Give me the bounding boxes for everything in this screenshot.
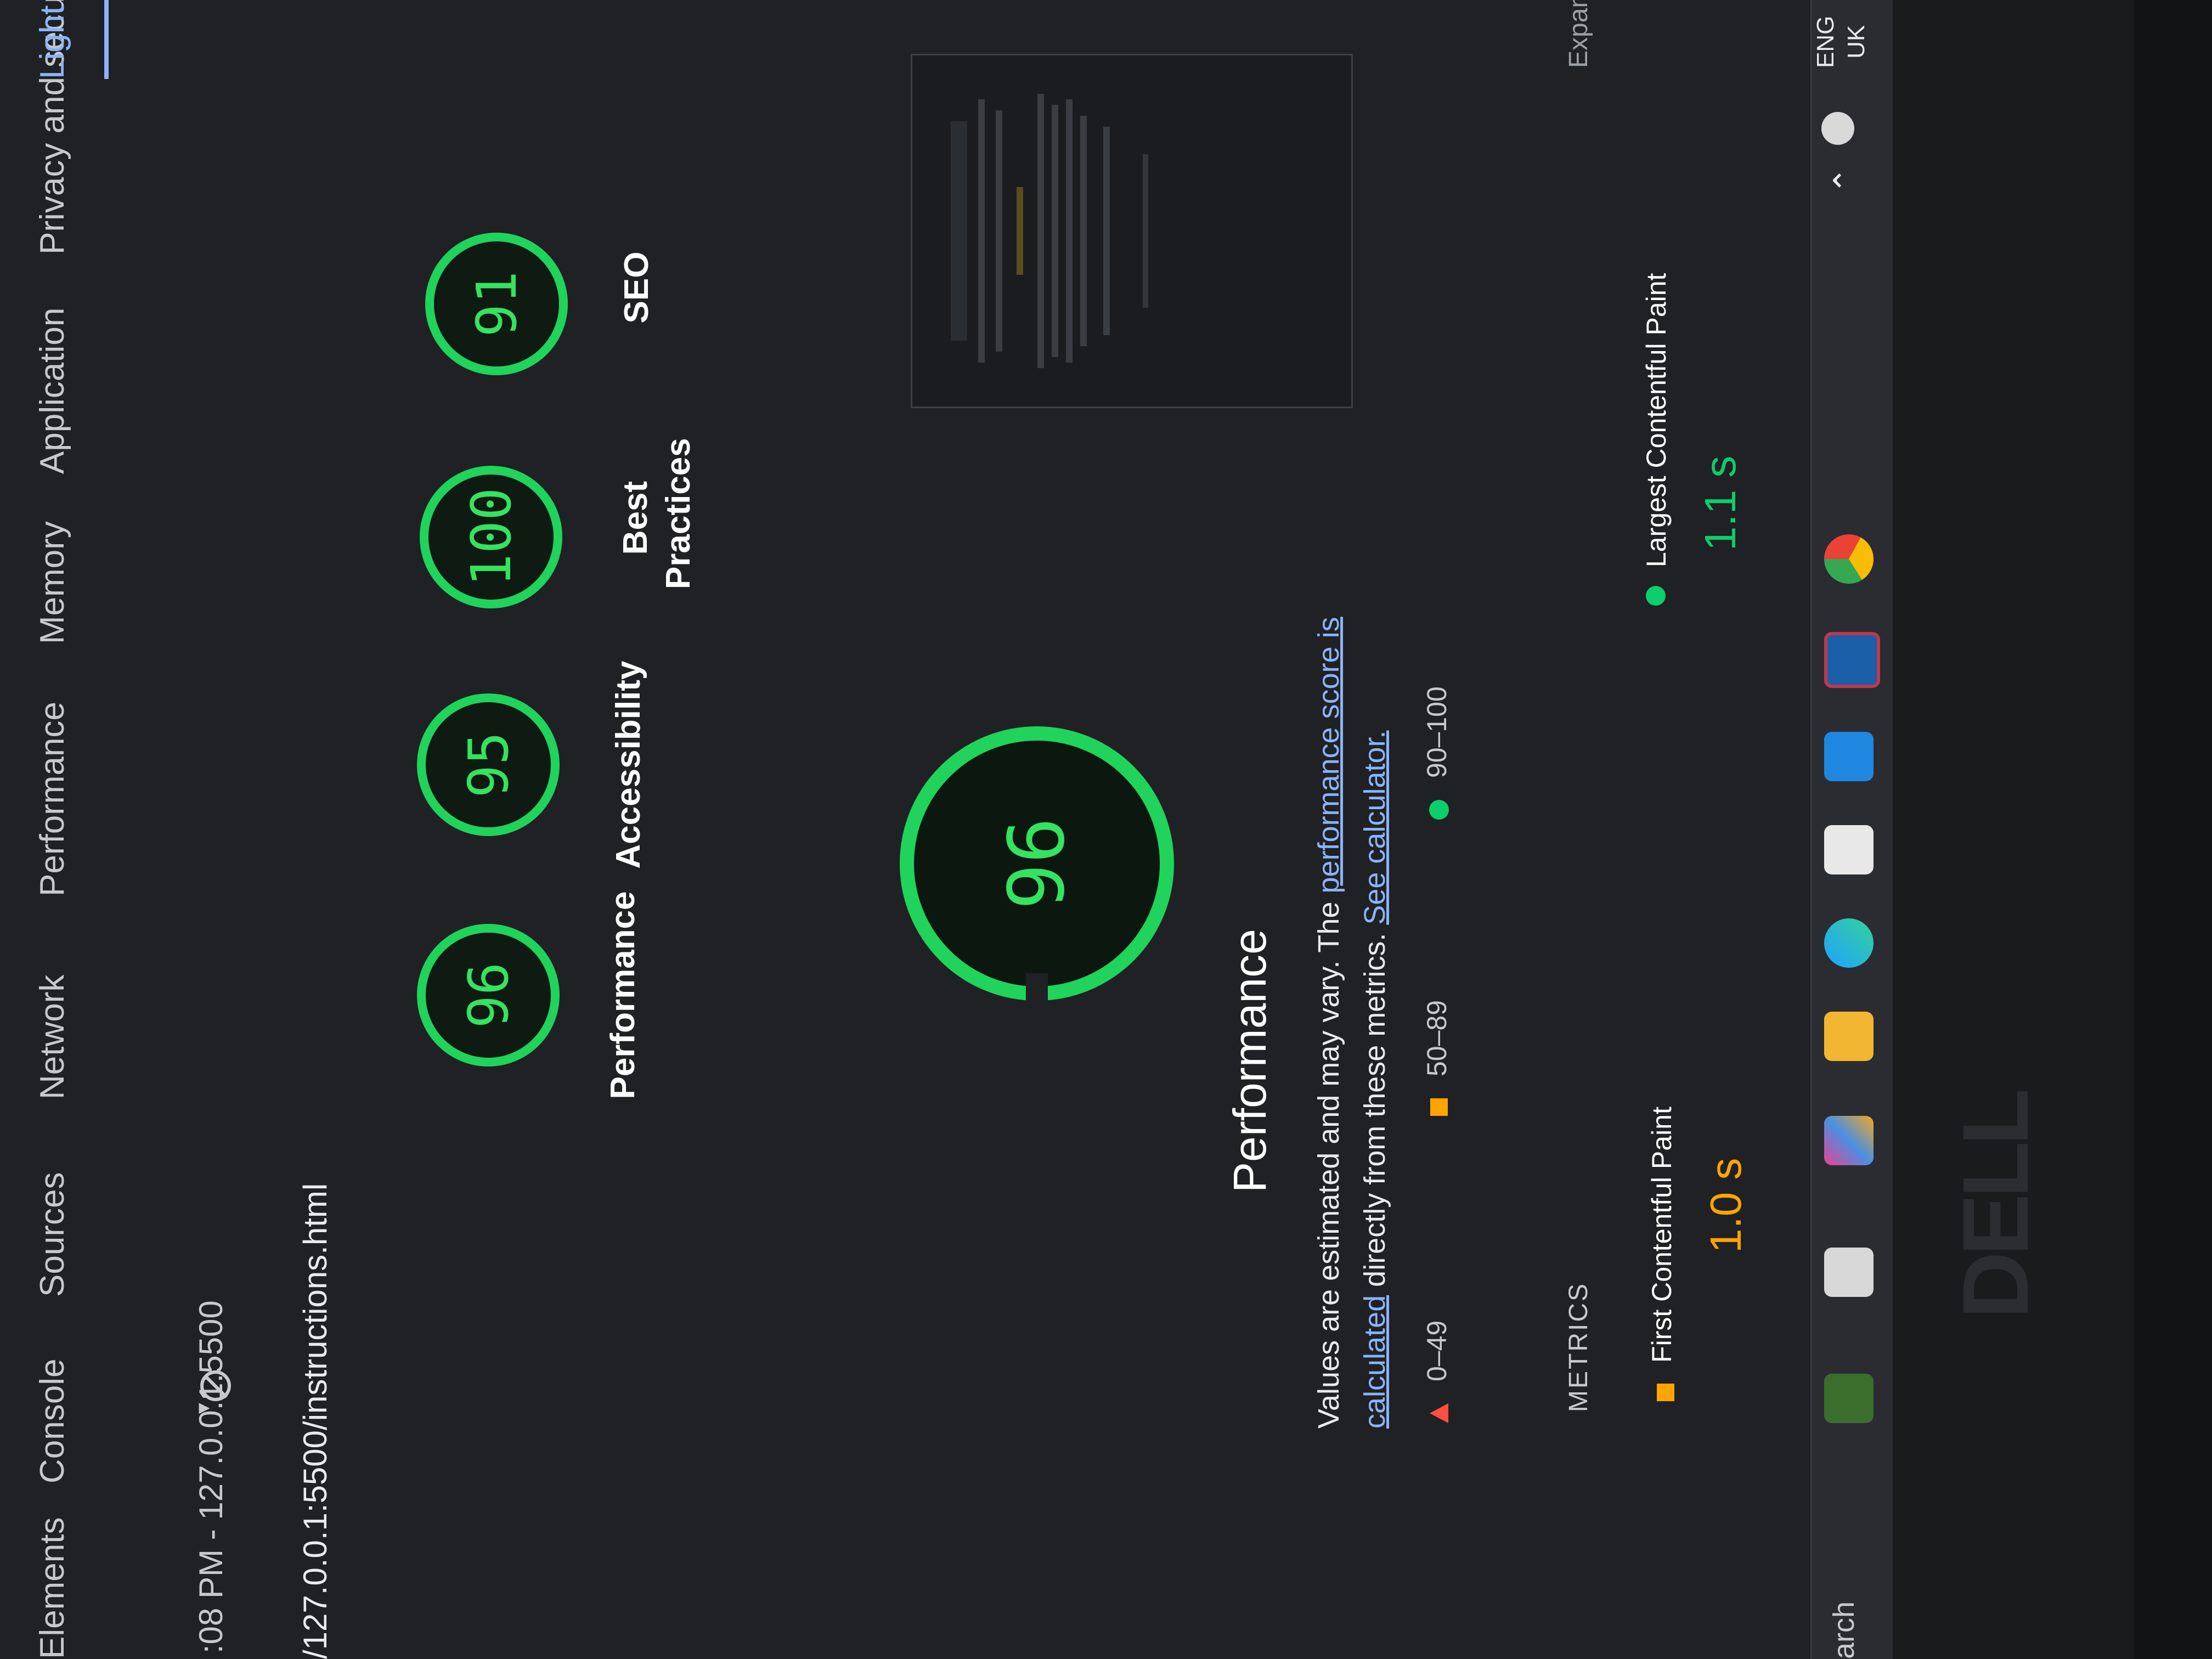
triangle-icon — [1429, 1403, 1448, 1423]
score-gauge-best-practices[interactable]: 100 — [420, 466, 562, 608]
report-selector[interactable]: :08 PM - 127.0.0.1:5500 — [192, 1300, 230, 1654]
copilot-icon[interactable] — [1824, 1116, 1874, 1165]
report-url: /127.0.0.1:5500/instructions.html — [297, 1183, 334, 1659]
score-legend: 0–49 50–89 90–100 — [1421, 490, 1459, 1423]
circle-icon — [1429, 800, 1449, 820]
chrome-browser-icon[interactable] — [1824, 534, 1874, 584]
vscode-icon[interactable] — [1824, 732, 1874, 781]
metric-lcp-label: Largest Contentful Paint — [1641, 273, 1672, 567]
microsoft-store-icon[interactable] — [1824, 825, 1874, 874]
metrics-heading: METRICS — [1564, 1282, 1593, 1412]
square-icon — [1657, 1384, 1674, 1401]
tab-network[interactable]: Network — [33, 975, 72, 1099]
metric-fcp-label: First Contentful Paint — [1646, 1107, 1677, 1363]
active-app-icon[interactable] — [1824, 632, 1880, 688]
see-calculator-link[interactable]: See calculator. — [1358, 730, 1391, 924]
thumbnail-content — [945, 77, 1181, 385]
language-code: ENG — [1812, 15, 1839, 68]
game-app-icon[interactable] — [1824, 1374, 1874, 1423]
network-status-icon[interactable] — [1821, 112, 1854, 145]
language-indicator[interactable]: ENG UK — [1810, 16, 1872, 68]
laptop-screen: Elements Console Sources Network Perform… — [0, 0, 2134, 1659]
page-screenshot-thumbnail[interactable] — [911, 54, 1353, 408]
chevron-down-icon[interactable]: ▼ — [193, 1399, 215, 1418]
performance-category-title: Performance — [1224, 929, 1276, 1193]
description-text: Values are estimated and may vary. The — [1312, 893, 1345, 1429]
expand-view-link[interactable]: Expand v — [1564, 0, 1594, 68]
laptop-bezel — [1893, 0, 2134, 1659]
report-url-bar: /127.0.0.1:5500/instructions.html — [296, 0, 357, 1659]
gauge-label-seo[interactable]: SEO — [617, 227, 656, 348]
gauge-label-performance[interactable]: Performance — [603, 891, 642, 1099]
metric-lcp-value: 1.1 s — [1696, 455, 1745, 551]
keyboard-region: UK — [1843, 25, 1870, 59]
tab-elements[interactable]: Elements — [33, 1517, 72, 1659]
edge-browser-icon[interactable] — [1824, 918, 1874, 968]
legend-average: 50–89 — [1421, 1000, 1453, 1116]
gauge-label-accessibility[interactable]: Accessibility — [609, 661, 648, 869]
circle-icon — [1646, 586, 1666, 606]
legend-fail: 0–49 — [1421, 1321, 1453, 1423]
gauge-value: 96 — [456, 962, 521, 1029]
metric-fcp-value: 1.0 s — [1701, 1158, 1750, 1253]
gauge-value: 100 — [459, 487, 523, 587]
legend-fail-range: 0–49 — [1421, 1320, 1452, 1381]
dell-logo: DELL — [1944, 1093, 2048, 1319]
gauge-gap — [1026, 973, 1048, 1006]
legend-pass: 90–100 — [1421, 686, 1453, 820]
performance-score-value: 96 — [992, 817, 1082, 910]
tab-console[interactable]: Console — [33, 1359, 72, 1483]
score-gauge-performance[interactable]: 96 — [417, 924, 560, 1066]
tab-application[interactable]: Application — [33, 308, 72, 474]
active-tab-indicator — [104, 0, 109, 79]
files-app-icon[interactable] — [1824, 1248, 1874, 1297]
description-text: directly from these metrics. — [1358, 924, 1391, 1295]
legend-average-range: 50–89 — [1421, 1000, 1452, 1076]
gauge-value: 95 — [456, 731, 521, 798]
tab-sources[interactable]: Sources — [33, 1172, 72, 1297]
score-gauge-accessibility[interactable]: 95 — [417, 693, 560, 836]
legend-pass-range: 90–100 — [1421, 686, 1452, 778]
performance-description: Values are estimated and may vary. The p… — [1306, 496, 1398, 1429]
square-icon — [1430, 1098, 1448, 1116]
chevron-up-icon[interactable]: ⌃ — [1827, 167, 1865, 194]
clear-icon[interactable] — [200, 1370, 231, 1401]
performance-score-gauge: 96 — [900, 726, 1174, 1001]
gauge-label-best-practices[interactable]: Best Practices — [614, 438, 700, 589]
gauge-value: 91 — [464, 270, 529, 337]
taskbar-search[interactable]: arch — [1827, 1601, 1861, 1659]
tab-performance[interactable]: Performance — [33, 702, 72, 896]
tab-memory[interactable]: Memory — [33, 521, 72, 644]
file-explorer-icon[interactable] — [1824, 1012, 1874, 1061]
score-gauge-seo[interactable]: 91 — [425, 233, 568, 375]
tab-lighthouse[interactable]: Light — [33, 5, 72, 79]
